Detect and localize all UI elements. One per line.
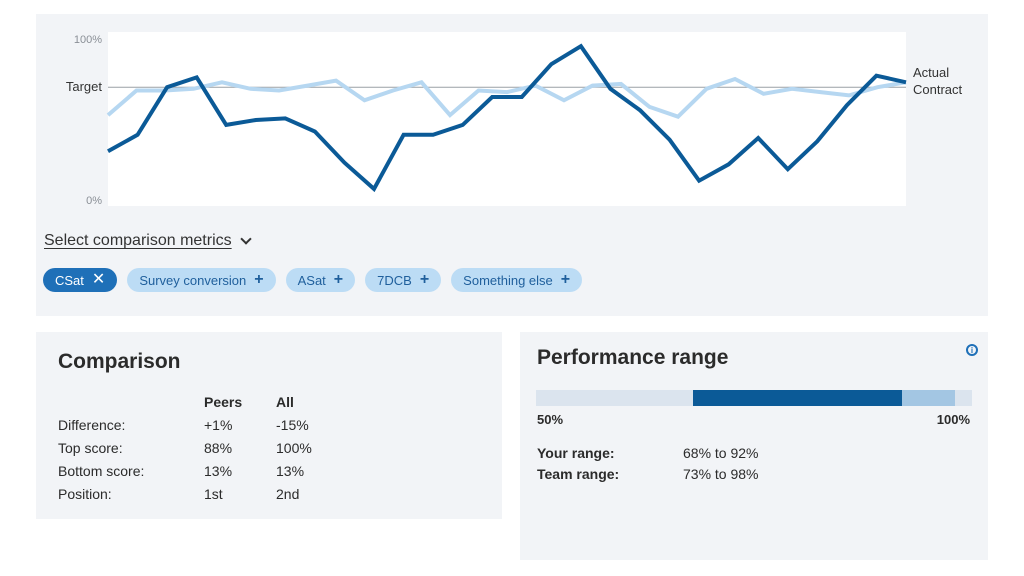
table-row: Bottom score: 13% 13%	[58, 459, 336, 482]
row-label: Bottom score:	[58, 462, 145, 479]
row-label: Difference:	[58, 416, 126, 433]
plot-area	[108, 32, 906, 206]
legend-contract: Contract	[913, 82, 963, 97]
peers-value: 1st	[204, 485, 223, 502]
plus-icon[interactable]: +	[420, 272, 429, 288]
chip-label: Something else	[463, 272, 553, 288]
your-range-value: 68% to 92%	[683, 444, 759, 461]
chip-label: Survey conversion	[139, 272, 247, 288]
chip-label: ASat	[297, 272, 326, 288]
comparison-panel: Comparison Peers All Difference: +1% -15…	[36, 332, 502, 519]
row-label: Position:	[58, 485, 112, 502]
metric-chips: CSat ✕ Survey conversion + ASat + 7DCB +…	[43, 268, 583, 292]
table-row: Difference: +1% -15%	[58, 413, 336, 436]
chip-something-else[interactable]: Something else +	[451, 268, 583, 292]
all-value: 2nd	[276, 485, 300, 502]
range-bar	[536, 390, 972, 406]
y-axis-bottom-label: 0%	[86, 195, 102, 207]
all-value: 13%	[276, 462, 305, 479]
chip-asat[interactable]: ASat +	[285, 268, 356, 292]
performance-range-panel: Performance range i 50% 100% Your range:…	[520, 332, 988, 560]
performance-rows: Your range: 68% to 92% Team range: 73% t…	[537, 442, 759, 484]
trend-chart-svg: 100% 0% Target Actual Contract	[66, 32, 963, 207]
y-axis-top-label: 100%	[74, 34, 102, 46]
performance-title: Performance range	[537, 346, 729, 369]
range-min-label: 50%	[537, 412, 564, 427]
table-row: Position: 1st 2nd	[58, 482, 336, 505]
your-range-row: Your range: 68% to 92%	[537, 442, 759, 463]
header-peers: Peers	[204, 393, 243, 410]
table-row: Top score: 88% 100%	[58, 436, 336, 459]
plus-icon[interactable]: +	[254, 272, 263, 288]
legend-actual: Actual	[913, 65, 949, 80]
header-all: All	[276, 393, 294, 410]
info-icon[interactable]: i	[966, 344, 978, 356]
chip-7dcb[interactable]: 7DCB +	[365, 268, 442, 292]
comparison-table: Peers All Difference: +1% -15% Top score…	[58, 390, 336, 505]
plus-icon[interactable]: +	[334, 272, 343, 288]
peers-value: 13%	[204, 462, 233, 479]
chip-label: CSat	[55, 272, 84, 288]
team-range-label: Team range:	[537, 465, 620, 482]
all-value: 100%	[276, 439, 312, 456]
your-range-label: Your range:	[537, 444, 615, 461]
chip-survey-conversion[interactable]: Survey conversion +	[127, 268, 276, 292]
peers-value: 88%	[204, 439, 233, 456]
comparison-title: Comparison	[58, 350, 181, 373]
row-label: Top score:	[58, 439, 123, 456]
target-label: Target	[66, 79, 103, 94]
close-icon[interactable]: ✕	[92, 272, 105, 288]
all-value: -15%	[276, 416, 309, 433]
select-comparison-metrics-dropdown[interactable]: Select comparison metrics	[44, 232, 252, 250]
chip-label: 7DCB	[377, 272, 412, 288]
comparison-header-row: Peers All	[58, 390, 336, 413]
chevron-down-icon	[239, 233, 252, 245]
your-range-fill	[692, 390, 903, 406]
range-max-label: 100%	[936, 412, 970, 427]
trend-panel: 100% 0% Target Actual Contract Select co…	[36, 14, 988, 316]
chip-csat[interactable]: CSat ✕	[43, 268, 118, 292]
team-range-value: 73% to 98%	[683, 465, 759, 482]
team-range-row: Team range: 73% to 98%	[537, 463, 759, 484]
select-metrics-label: Select comparison metrics	[44, 232, 232, 249]
peers-value: +1%	[204, 416, 233, 433]
trend-chart: 100% 0% Target Actual Contract	[36, 14, 988, 224]
plus-icon[interactable]: +	[561, 272, 570, 288]
